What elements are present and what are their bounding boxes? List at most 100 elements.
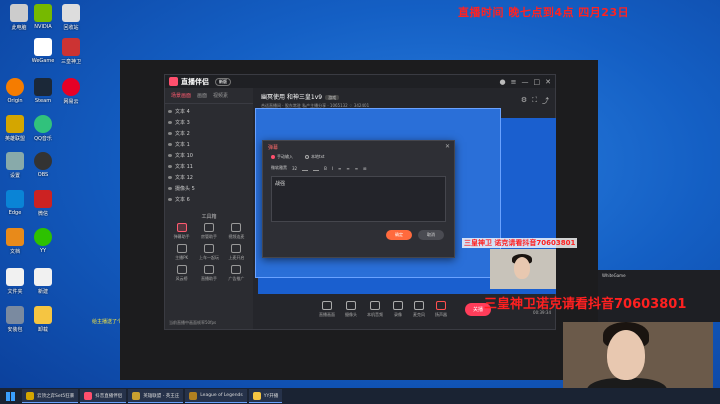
origin-icon <box>6 78 24 96</box>
cancel-button[interactable]: 取消 <box>418 230 444 240</box>
source-item[interactable]: 文本 1 <box>168 139 250 150</box>
desktop-icon[interactable]: QQ音乐 <box>28 115 58 142</box>
desktop-icon[interactable]: 卸载 <box>28 306 58 333</box>
desktop-icon[interactable]: Edge <box>0 190 30 216</box>
douyin-icon <box>84 391 93 400</box>
desktop-icon[interactable]: 新建 <box>28 268 58 295</box>
desktop-icon[interactable]: 三皇神卫 <box>56 38 86 65</box>
tool-play-together[interactable]: 上车一起玩 <box>196 244 221 261</box>
camera-icon <box>345 300 356 310</box>
danmu-text-input[interactable]: 战强 <box>271 176 446 222</box>
side-panel-title: WhiteGame <box>602 273 626 278</box>
desktop-icon[interactable]: 回收站 <box>56 4 86 31</box>
close-icon[interactable]: ✕ <box>545 78 551 86</box>
app-name: 直播伴侣 <box>181 77 209 86</box>
btn-speaker[interactable]: 扬声器 <box>435 300 447 318</box>
tool-video-link[interactable]: 视频连麦 <box>224 223 249 240</box>
menu-icon[interactable]: ≡ <box>511 78 517 86</box>
tool-assistant[interactable]: 直播助手 <box>196 265 221 282</box>
source-item[interactable]: 文本 2 <box>168 128 250 139</box>
tool-ads[interactable]: 广告推广 <box>224 265 249 282</box>
desktop-icon[interactable]: Origin <box>0 78 30 104</box>
italic-icon[interactable]: I <box>332 166 333 171</box>
eye-icon[interactable] <box>168 187 172 190</box>
bg-color-icon[interactable] <box>313 166 320 171</box>
maximize-icon[interactable]: □ <box>534 78 541 86</box>
font-select[interactable]: 微软雅黑 <box>271 165 287 171</box>
desktop-icon[interactable]: 微信 <box>28 190 58 217</box>
taskbar-item[interactable]: 抖音直播伴侣 <box>80 389 127 403</box>
desktop-icon[interactable]: 文档 <box>0 228 30 255</box>
close-icon[interactable]: ✕ <box>445 143 450 150</box>
desktop-icon[interactable]: OBS <box>28 152 58 178</box>
desktop-icon[interactable]: 网易云 <box>56 78 86 105</box>
source-item[interactable]: 文本 4 <box>168 106 250 117</box>
bold-icon[interactable]: B <box>324 166 327 171</box>
layout-icon[interactable]: ⊞ <box>363 166 366 171</box>
desktop-icon[interactable]: 设置 <box>0 152 30 179</box>
speaker-icon <box>435 300 446 310</box>
desktop-icon[interactable]: 安装包 <box>0 306 30 333</box>
taskbar-item[interactable]: 英雄联盟 - 英王庄 <box>128 389 184 403</box>
manager-icon <box>203 223 214 232</box>
version-badge[interactable]: 新版 <box>215 77 231 86</box>
btn-camera[interactable]: 摄像头 <box>345 300 357 318</box>
tool-mic[interactable]: 上麦开启 <box>224 244 249 261</box>
window-controls: ● ≡ — □ ✕ <box>500 78 551 86</box>
share-icon[interactable]: ⤴ <box>542 96 549 106</box>
radio-icon <box>305 155 309 159</box>
mic-icon <box>231 244 242 253</box>
eye-icon[interactable] <box>168 176 172 179</box>
eye-icon[interactable] <box>168 165 172 168</box>
settings-icon[interactable]: ⚙ <box>521 96 527 106</box>
source-item[interactable]: 文本 11 <box>168 161 250 172</box>
tool-pk[interactable]: 主播PK <box>169 244 194 261</box>
align-left-icon[interactable]: ≡ <box>338 166 341 171</box>
confirm-button[interactable]: 确定 <box>386 230 412 240</box>
minimize-icon[interactable]: — <box>522 78 529 86</box>
avatar-icon[interactable]: ● <box>500 78 506 86</box>
tool-ranking[interactable]: 风云榜 <box>169 265 194 282</box>
category-chip[interactable]: 游戏 <box>325 95 340 100</box>
desktop-icon[interactable]: Steam <box>28 78 58 104</box>
desktop-icon[interactable]: WeGame <box>28 38 58 64</box>
source-item[interactable]: 文本 12 <box>168 172 250 183</box>
desktop-icon[interactable]: 英雄联盟 <box>0 115 30 142</box>
taskbar-item[interactable]: League of Legends <box>185 389 247 403</box>
source-item[interactable]: 摄像头 5 <box>168 183 250 194</box>
btn-mic[interactable]: 麦克风 <box>413 300 425 318</box>
btn-capture[interactable]: 直播画面 <box>319 300 335 318</box>
taskbar-item[interactable]: YY开播 <box>248 389 283 403</box>
align-right-icon[interactable]: ≡ <box>355 166 358 171</box>
nvidia-icon <box>34 4 52 22</box>
radio-manual[interactable]: 手动输入 <box>271 154 293 160</box>
eye-icon[interactable] <box>168 154 172 157</box>
desktop-icon[interactable]: YY <box>28 228 58 254</box>
tab-scene[interactable]: 场景画面 <box>171 92 191 99</box>
source-item[interactable]: 文本 3 <box>168 117 250 128</box>
eye-icon[interactable] <box>168 121 172 124</box>
fullscreen-icon[interactable]: ⛶ <box>532 96 537 106</box>
source-item[interactable]: 文本 6 <box>168 194 250 205</box>
tab-video[interactable]: 视频素 <box>213 92 228 99</box>
taskbar-item[interactable]: 云顶之弈Set5狂暴 <box>22 389 79 403</box>
radio-local-txt[interactable]: 本地txt <box>305 154 325 160</box>
align-center-icon[interactable]: ≡ <box>346 166 349 171</box>
eye-icon[interactable] <box>168 198 172 201</box>
btn-audio[interactable]: 本机音频 <box>367 300 383 318</box>
size-select[interactable]: 32 <box>292 166 297 171</box>
eye-icon[interactable] <box>168 132 172 135</box>
start-button[interactable] <box>0 388 20 404</box>
tool-danmu[interactable]: 弹幕助手 <box>169 223 194 240</box>
eye-icon[interactable] <box>168 143 172 146</box>
video-link-icon <box>231 223 242 232</box>
desktop-icon[interactable]: 文件夹 <box>0 268 30 295</box>
source-item[interactable]: 文本 10 <box>168 150 250 161</box>
eye-icon[interactable] <box>168 110 172 113</box>
tool-manager[interactable]: 房管助手 <box>196 223 221 240</box>
btn-record[interactable]: 录像 <box>392 300 403 318</box>
qq-music-icon <box>34 115 52 133</box>
color-icon[interactable] <box>302 166 309 171</box>
desktop-icon[interactable]: NVIDIA <box>28 4 58 30</box>
tab-picture[interactable]: 画面 <box>197 92 207 99</box>
